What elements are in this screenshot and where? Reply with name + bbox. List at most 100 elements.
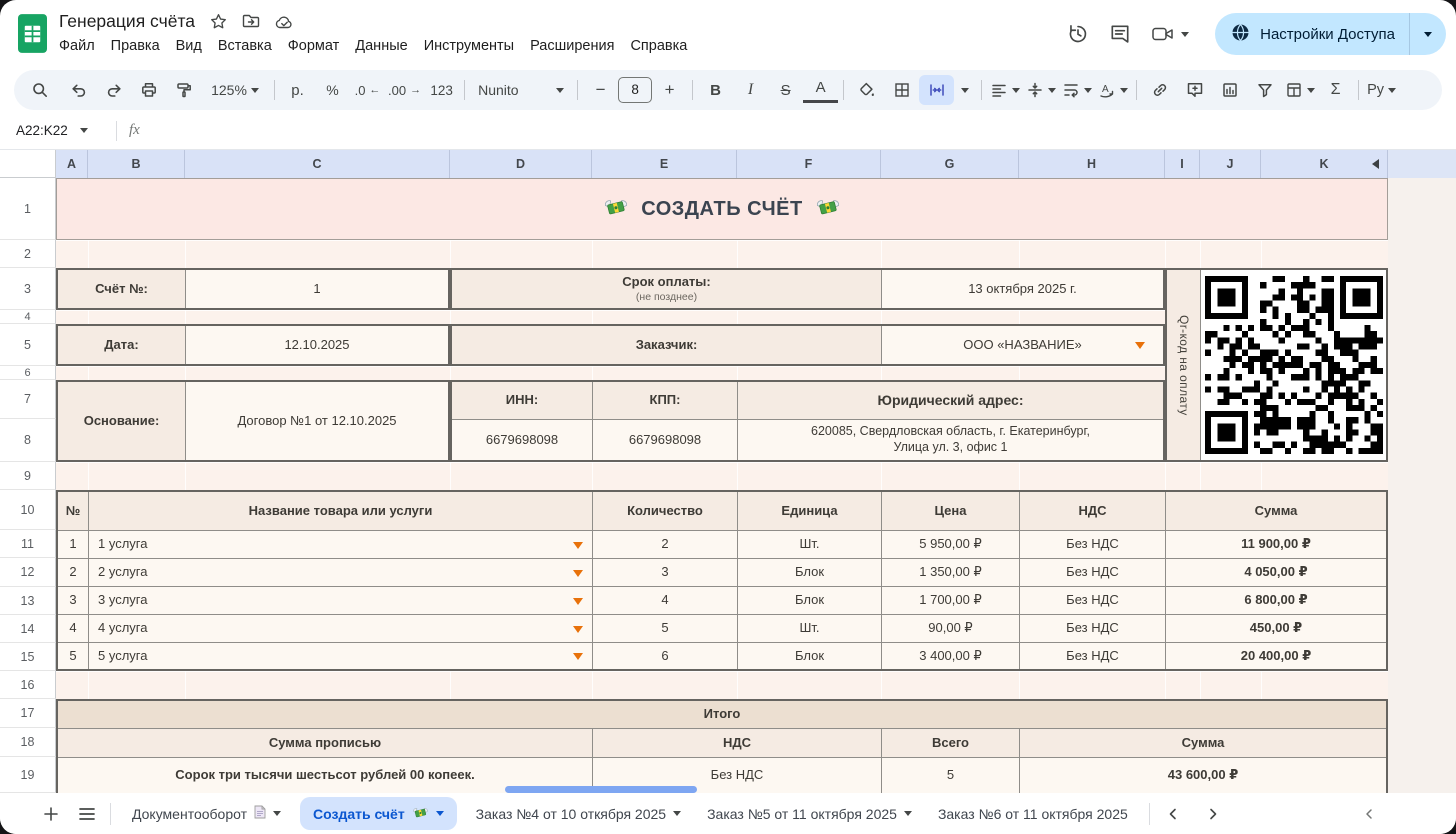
- item-vat[interactable]: Без НДС: [1019, 642, 1165, 669]
- move-to-folder-icon[interactable]: [242, 13, 260, 29]
- item-num[interactable]: 2: [58, 558, 88, 586]
- item-num[interactable]: 5: [58, 642, 88, 669]
- paint-format-button[interactable]: [166, 75, 201, 105]
- item-qty[interactable]: 6: [592, 642, 737, 669]
- input-tools-button[interactable]: Ру: [1364, 75, 1399, 105]
- insert-chart-button[interactable]: [1212, 75, 1247, 105]
- tab-caret-icon[interactable]: [673, 811, 682, 816]
- item-vat[interactable]: Без НДС: [1019, 586, 1165, 614]
- item-unit[interactable]: Шт.: [737, 614, 881, 642]
- row-header[interactable]: 17: [0, 699, 56, 728]
- item-price[interactable]: 1 350,00 ₽: [881, 558, 1019, 586]
- menu-file[interactable]: Файл: [51, 35, 103, 57]
- cell-inn-value[interactable]: 6679698098: [452, 419, 592, 460]
- items-header-unit[interactable]: Единица: [737, 492, 881, 530]
- tab-zakaz-5[interactable]: Заказ №5 от 11 октября 2025: [694, 793, 925, 834]
- items-header-name[interactable]: Название товара или услуги: [88, 492, 592, 530]
- horizontal-scrollbar[interactable]: [505, 786, 697, 793]
- item-qty[interactable]: 3: [592, 558, 737, 586]
- menu-edit[interactable]: Правка: [103, 35, 168, 57]
- row-header[interactable]: 14: [0, 615, 56, 643]
- row-header[interactable]: 13: [0, 587, 56, 615]
- item-num[interactable]: 3: [58, 586, 88, 614]
- cell-invoice-banner[interactable]: СОЗДАТЬ СЧЁТ: [56, 178, 1388, 240]
- merge-cells-button[interactable]: [919, 75, 955, 105]
- hidden-columns-icon[interactable]: [1372, 159, 1379, 169]
- row-header[interactable]: 8: [0, 419, 56, 462]
- col-header-a[interactable]: A: [56, 150, 88, 178]
- merge-cells-caret[interactable]: [954, 75, 976, 105]
- items-header-qty[interactable]: Количество: [592, 492, 737, 530]
- item-sum[interactable]: 450,00 ₽: [1165, 614, 1386, 642]
- cell-date-value[interactable]: 12.10.2025: [185, 326, 448, 364]
- cell-address-label[interactable]: Юридический адрес:: [737, 382, 1163, 419]
- increase-decimal-button[interactable]: .00 →: [385, 75, 424, 105]
- functions-button[interactable]: Σ: [1318, 75, 1353, 105]
- cell-customer-value[interactable]: ООО «НАЗВАНИЕ»: [881, 326, 1163, 364]
- item-num[interactable]: 1: [58, 530, 88, 558]
- cell-qr-label[interactable]: Qr-код на оплату: [1167, 270, 1200, 460]
- row-header[interactable]: 15: [0, 643, 56, 671]
- menu-extensions[interactable]: Расширения: [522, 35, 622, 57]
- next-sheets-button[interactable]: [1198, 799, 1228, 829]
- collapse-panel-chevron-icon[interactable]: [1354, 799, 1384, 829]
- cell-invoice-no-label[interactable]: Счёт №:: [58, 270, 185, 308]
- item-dropdown-icon[interactable]: [573, 625, 583, 633]
- redo-button[interactable]: [96, 75, 131, 105]
- version-history-icon[interactable]: [1067, 23, 1089, 45]
- item-price[interactable]: 1 700,00 ₽: [881, 586, 1019, 614]
- cell-due-label[interactable]: Срок оплаты: (не позднее): [452, 270, 881, 308]
- text-color-button[interactable]: A: [803, 76, 839, 103]
- tab-caret-icon[interactable]: [435, 811, 444, 816]
- item-name[interactable]: 4 услуга: [88, 614, 592, 642]
- cell-basis-value[interactable]: Договор №1 от 12.10.2025: [185, 382, 448, 460]
- cell-inwords-label[interactable]: Сумма прописью: [58, 728, 592, 757]
- item-name[interactable]: 3 услуга: [88, 586, 592, 614]
- insert-link-button[interactable]: [1142, 75, 1177, 105]
- decrease-decimal-button[interactable]: .0 ←: [350, 75, 385, 105]
- tab-sozdat-schet[interactable]: Создать счёт: [300, 797, 457, 830]
- menu-insert[interactable]: Вставка: [210, 35, 280, 57]
- all-sheets-button[interactable]: [72, 799, 102, 829]
- col-header-c[interactable]: C: [185, 150, 450, 178]
- item-price[interactable]: 90,00 ₽: [881, 614, 1019, 642]
- item-qty[interactable]: 5: [592, 614, 737, 642]
- menu-data[interactable]: Данные: [347, 35, 415, 57]
- tab-dokumentooborot[interactable]: Документооборот: [119, 793, 294, 834]
- cell-basis-label[interactable]: Основание:: [58, 382, 185, 460]
- insert-table-button[interactable]: [1282, 75, 1318, 105]
- col-header-h[interactable]: H: [1019, 150, 1165, 178]
- row-header[interactable]: 16: [0, 671, 56, 699]
- item-unit[interactable]: Блок: [737, 558, 881, 586]
- number-format-button[interactable]: 123: [424, 75, 459, 105]
- col-header-e[interactable]: E: [592, 150, 737, 178]
- item-dropdown-icon[interactable]: [573, 569, 583, 577]
- tab-zakaz-4[interactable]: Заказ №4 от 10 откября 2025: [463, 793, 694, 834]
- increase-font-size-button[interactable]: +: [652, 75, 687, 105]
- item-vat[interactable]: Без НДС: [1019, 530, 1165, 558]
- col-header-d[interactable]: D: [450, 150, 592, 178]
- comments-icon[interactable]: [1109, 23, 1131, 45]
- tab-zakaz-6[interactable]: Заказ №6 от 11 октября 2025: [925, 793, 1141, 834]
- row-header[interactable]: 12: [0, 558, 56, 587]
- row-header[interactable]: 9: [0, 462, 56, 490]
- item-dropdown-icon[interactable]: [573, 597, 583, 605]
- item-unit[interactable]: Блок: [737, 642, 881, 669]
- items-header-sum[interactable]: Сумма: [1165, 492, 1386, 530]
- row-header[interactable]: 7: [0, 380, 56, 419]
- fill-color-button[interactable]: [849, 75, 884, 105]
- item-vat[interactable]: Без НДС: [1019, 558, 1165, 586]
- italic-button[interactable]: I: [733, 75, 768, 105]
- menu-help[interactable]: Справка: [622, 35, 695, 57]
- row-header[interactable]: 1: [0, 178, 56, 240]
- select-all-corner[interactable]: [0, 150, 56, 178]
- item-price[interactable]: 3 400,00 ₽: [881, 642, 1019, 669]
- text-rotation-button[interactable]: A: [1095, 75, 1131, 105]
- cell-sum-label[interactable]: Сумма: [1019, 728, 1386, 757]
- row-header[interactable]: 5: [0, 324, 56, 366]
- item-unit[interactable]: Блок: [737, 586, 881, 614]
- row-header[interactable]: 10: [0, 490, 56, 530]
- share-dropdown[interactable]: [1410, 13, 1446, 55]
- row-header[interactable]: 4: [0, 310, 56, 324]
- item-name[interactable]: 5 услуга: [88, 642, 592, 669]
